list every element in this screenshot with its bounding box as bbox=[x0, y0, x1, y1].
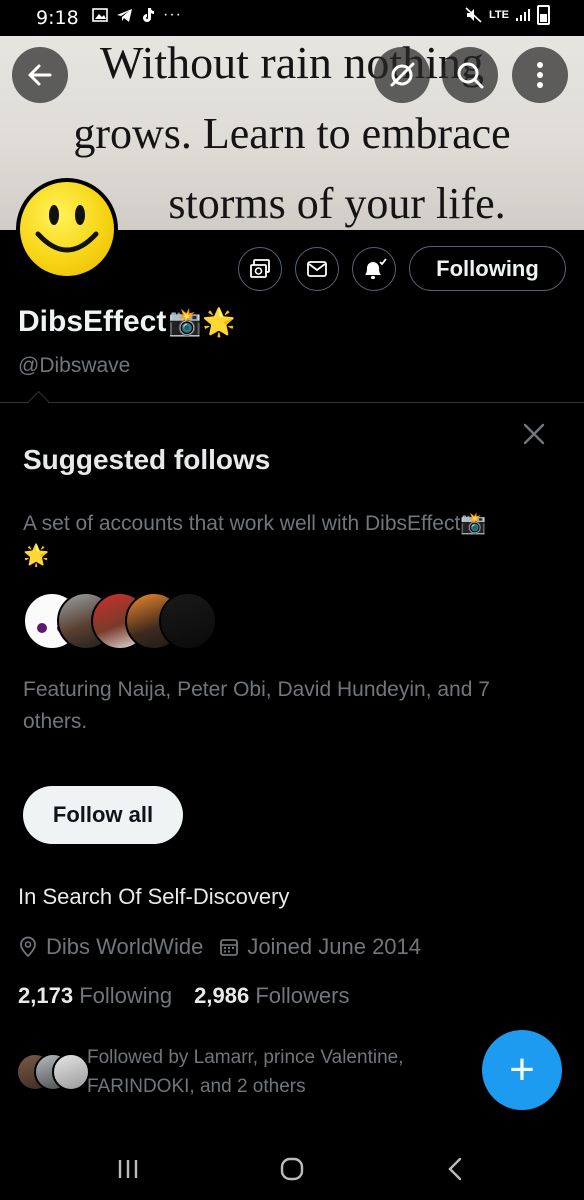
status-bar: 9:18 ··· LTE bbox=[0, 0, 584, 36]
search-icon bbox=[457, 62, 484, 89]
smiley-face-image bbox=[20, 182, 114, 276]
network-type: LTE bbox=[489, 9, 509, 21]
suggested-featuring: Featuring Naija, Peter Obi, David Hundey… bbox=[23, 678, 490, 733]
follow-all-button[interactable]: Follow all bbox=[23, 786, 183, 844]
telegram-icon bbox=[117, 8, 132, 22]
follower-avatar bbox=[52, 1053, 90, 1091]
system-navigation-bar bbox=[0, 1138, 584, 1200]
follow-stats: 2,173 Following 2,986 Followers bbox=[18, 983, 349, 1009]
more-vertical-icon bbox=[537, 62, 543, 88]
section-divider bbox=[0, 402, 584, 403]
nav-recents-icon[interactable] bbox=[116, 1158, 140, 1180]
nav-home-icon[interactable] bbox=[279, 1156, 305, 1182]
followers-count: 2,986 bbox=[194, 983, 250, 1008]
mute-icon bbox=[465, 7, 482, 23]
dismiss-suggestions-button[interactable] bbox=[520, 420, 548, 448]
grok-button[interactable] bbox=[374, 47, 430, 103]
message-button[interactable] bbox=[295, 247, 339, 291]
followed-by-avatars[interactable] bbox=[16, 1053, 90, 1091]
profile-location: Dibs WorldWide bbox=[46, 934, 204, 959]
tiktok-icon bbox=[143, 8, 154, 22]
avatar[interactable] bbox=[16, 178, 118, 280]
suggested-avatar bbox=[159, 592, 217, 650]
compose-fab[interactable]: + bbox=[482, 1030, 562, 1110]
status-right: LTE bbox=[465, 5, 550, 25]
followers-label: Followers bbox=[255, 983, 350, 1008]
followed-by-text[interactable]: Followed by Lamarr, prince Valentine, FA… bbox=[87, 1043, 467, 1101]
display-name-emoji: 📸🌟 bbox=[168, 307, 236, 337]
callout-pointer bbox=[27, 390, 50, 413]
calendar-icon bbox=[220, 939, 239, 956]
following-link[interactable]: 2,173 Following bbox=[18, 983, 172, 1009]
plus-icon: + bbox=[509, 1045, 535, 1094]
notifications-button[interactable] bbox=[352, 247, 396, 291]
back-button[interactable] bbox=[12, 47, 68, 103]
signal-icon bbox=[516, 9, 530, 21]
no-signal-icon bbox=[390, 62, 415, 87]
search-button[interactable] bbox=[442, 47, 498, 103]
following-button[interactable]: Following bbox=[409, 246, 566, 291]
profile-joined: Joined June 2014 bbox=[247, 934, 422, 959]
more-notifications-icon: ··· bbox=[163, 6, 182, 23]
subscribe-button[interactable] bbox=[238, 247, 282, 291]
display-name: DibsEffect 📸🌟 bbox=[18, 305, 236, 339]
close-icon bbox=[523, 423, 545, 445]
suggested-follows-title: Suggested follows bbox=[23, 444, 271, 475]
back-arrow-icon bbox=[28, 64, 52, 86]
subscription-icon bbox=[250, 259, 270, 278]
profile-meta: Dibs WorldWide Joined June 2014 bbox=[18, 934, 421, 960]
status-time: 9:18 bbox=[36, 7, 79, 29]
followers-link[interactable]: 2,986 Followers bbox=[194, 983, 349, 1009]
nav-back-icon[interactable] bbox=[446, 1156, 464, 1182]
display-name-text: DibsEffect bbox=[18, 305, 167, 338]
more-options-button[interactable] bbox=[512, 47, 568, 103]
suggested-avatars[interactable] bbox=[23, 592, 233, 650]
profile-bio: In Search Of Self-Discovery bbox=[18, 884, 290, 909]
notification-icons: ··· bbox=[92, 6, 182, 24]
banner-text-line2: grows. Learn to embrace bbox=[73, 109, 511, 158]
suggested-follows-description: A set of accounts that work well with Di… bbox=[23, 512, 487, 567]
gallery-icon bbox=[92, 8, 108, 22]
location-pin-icon bbox=[20, 936, 36, 958]
battery-icon bbox=[537, 5, 550, 25]
following-label: Following bbox=[79, 983, 173, 1008]
user-handle: @Dibswave bbox=[18, 354, 131, 377]
message-icon bbox=[307, 261, 327, 277]
following-count: 2,173 bbox=[18, 983, 74, 1008]
notification-bell-icon bbox=[365, 258, 387, 279]
